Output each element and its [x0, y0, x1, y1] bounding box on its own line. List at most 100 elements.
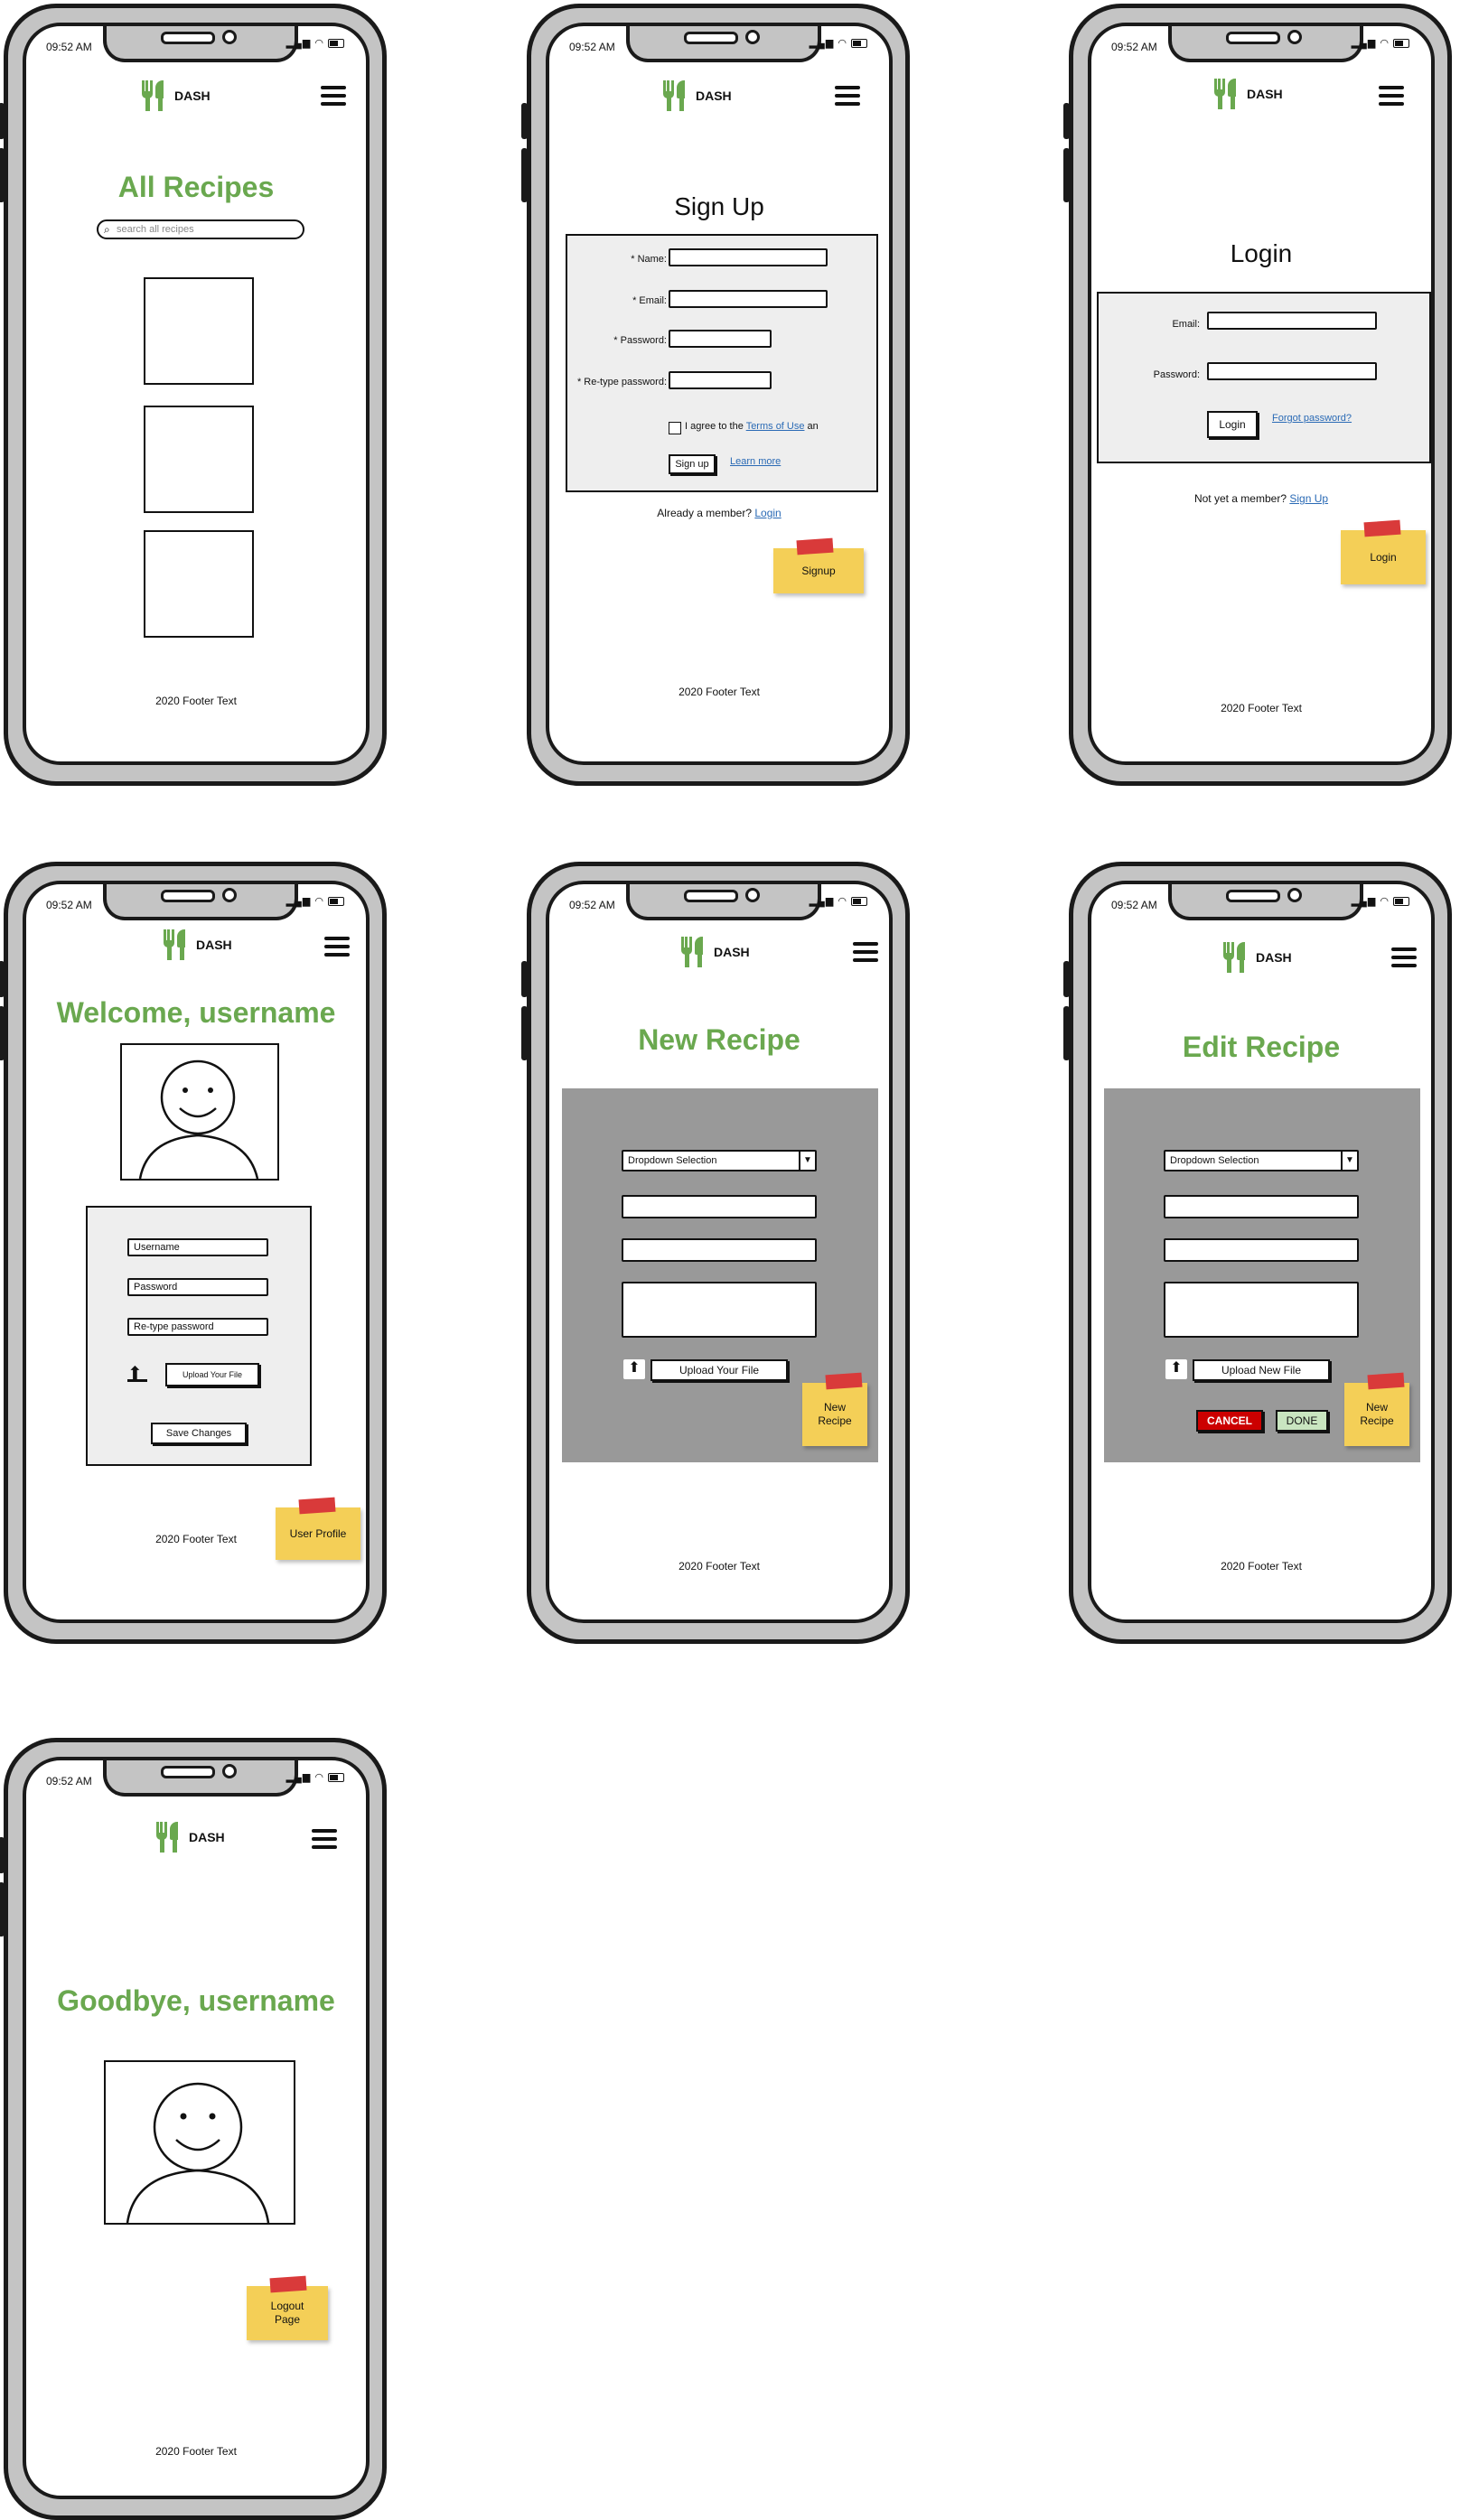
recipe-description-field[interactable] [1164, 1282, 1359, 1338]
email-field[interactable] [669, 290, 828, 308]
page-title: All Recipes [117, 171, 275, 203]
done-button[interactable]: DONE [1276, 1410, 1328, 1432]
brand-name: DASH [174, 89, 211, 103]
fork-knife-icon [142, 80, 167, 111]
hamburger-menu-icon[interactable] [321, 86, 346, 106]
hamburger-menu-icon[interactable] [1379, 86, 1404, 106]
upload-icon[interactable]: ⬆ [1165, 1359, 1187, 1379]
brand-logo[interactable]: DASH [1223, 942, 1292, 973]
already-member-text: Already a member? [657, 507, 752, 519]
sticky-note: New Recipe [1344, 1383, 1409, 1446]
terms-of-use-link[interactable]: Terms of Use [746, 421, 805, 432]
sticky-line: Recipe [818, 1414, 852, 1427]
phone-screen: 09:52 AM ▂▄▆ ◠ DASH Edit Recipe Dropdown… [1088, 881, 1435, 1623]
password-field[interactable] [1207, 362, 1377, 380]
login-link[interactable]: Login [754, 507, 781, 519]
fork-knife-icon [1223, 942, 1249, 973]
brand-logo[interactable]: DASH [164, 929, 232, 960]
phone-login: 09:52 AM ▂▄▆ ◠ DASH Login Email: Passwor… [1063, 4, 1455, 786]
password-label: * Password: [613, 335, 667, 346]
upload-file-button[interactable]: Upload New File [1193, 1359, 1330, 1381]
battery-icon [851, 39, 867, 49]
dropdown-value: Dropdown Selection [628, 1155, 717, 1166]
cancel-button[interactable]: CANCEL [1196, 1410, 1263, 1432]
brand-name: DASH [696, 89, 732, 103]
name-label: * Name: [631, 254, 667, 265]
brand-logo[interactable]: DASH [1214, 79, 1283, 109]
sticky-line: New [823, 1401, 846, 1414]
fork-knife-icon [156, 1822, 182, 1853]
login-button[interactable]: Login [1207, 411, 1258, 438]
hamburger-menu-icon[interactable] [312, 1829, 337, 1849]
recipe-title-field[interactable] [1164, 1195, 1359, 1218]
footer-text: 2020 Footer Text [155, 695, 237, 707]
recipe-card[interactable] [144, 277, 254, 385]
hamburger-menu-icon[interactable] [835, 86, 860, 106]
upload-file-button[interactable]: Upload Your File [650, 1359, 788, 1381]
hamburger-menu-icon[interactable] [1391, 947, 1417, 967]
email-label: * Email: [632, 295, 667, 306]
fork-knife-icon [164, 929, 189, 960]
search-input[interactable]: ⌕ search all recipes [97, 219, 304, 239]
avatar [104, 2060, 295, 2225]
login-form: Email: Password: Login Forgot password? [1097, 292, 1431, 463]
phone-edit-recipe: 09:52 AM ▂▄▆ ◠ DASH Edit Recipe Dropdown… [1063, 862, 1455, 1644]
search-placeholder: search all recipes [117, 224, 194, 235]
retype-password-field[interactable] [669, 371, 772, 389]
recipe-ingredients-field[interactable] [622, 1238, 817, 1262]
phone-signup: 09:52 AM ▂▄▆ ◠ DASH Sign Up * Name: * Em… [521, 4, 913, 786]
retype-password-field[interactable]: Re-type password [127, 1318, 268, 1336]
brand-logo[interactable]: DASH [156, 1822, 225, 1853]
avatar[interactable] [120, 1043, 279, 1181]
recipe-form: Dropdown Selection ▼ ⬆ Upload New File C… [1104, 1088, 1420, 1462]
username-field[interactable]: Username [127, 1238, 268, 1256]
email-field[interactable] [1207, 312, 1377, 330]
chevron-down-icon[interactable]: ▼ [1341, 1152, 1357, 1170]
battery-icon [1393, 897, 1409, 907]
recipe-description-field[interactable] [622, 1282, 817, 1338]
sticky-note: User Profile [276, 1507, 360, 1560]
chevron-down-icon[interactable]: ▼ [799, 1152, 815, 1170]
brand-logo[interactable]: DASH [681, 937, 750, 967]
sticky-note: New Recipe [802, 1383, 867, 1446]
status-icons: ▂▄▆ ◠ [810, 37, 867, 49]
brand-logo[interactable]: DASH [663, 80, 732, 111]
signup-form: * Name: * Email: * Password: * Re-type p… [566, 234, 878, 492]
terms-checkbox[interactable] [669, 422, 681, 434]
recipe-ingredients-field[interactable] [1164, 1238, 1359, 1262]
search-icon: ⌕ [104, 223, 110, 236]
recipe-title-field[interactable] [622, 1195, 817, 1218]
recipe-form: Dropdown Selection ▼ ⬆ Upload Your File … [562, 1088, 878, 1462]
password-field[interactable] [669, 330, 772, 348]
forgot-password-link[interactable]: Forgot password? [1272, 413, 1352, 424]
battery-icon [328, 39, 344, 49]
footer-text: 2020 Footer Text [679, 1560, 760, 1573]
category-dropdown[interactable]: Dropdown Selection ▼ [622, 1150, 817, 1171]
sticky-note: Login [1341, 530, 1426, 584]
person-icon [138, 1059, 259, 1179]
brand-name: DASH [1247, 87, 1283, 101]
password-field[interactable]: Password [127, 1278, 268, 1296]
status-icons: ▂▄▆ ◠ [286, 895, 344, 907]
hamburger-menu-icon[interactable] [324, 937, 350, 957]
phone-screen: 09:52 AM ▂▄▆ ◠ DASH Login Email: Passwor… [1088, 23, 1435, 765]
status-time: 09:52 AM [569, 41, 615, 53]
signup-link[interactable]: Sign Up [1289, 492, 1328, 505]
brand-logo[interactable]: DASH [142, 80, 211, 111]
category-dropdown[interactable]: Dropdown Selection ▼ [1164, 1150, 1359, 1171]
upload-icon[interactable]: ⬆ [623, 1359, 645, 1379]
upload-file-button[interactable]: Upload Your File [165, 1363, 259, 1386]
footer-text: 2020 Footer Text [1221, 702, 1302, 714]
name-field[interactable] [669, 248, 828, 266]
hamburger-menu-icon[interactable] [853, 942, 878, 962]
learn-more-link[interactable]: Learn more [730, 456, 781, 467]
battery-icon [851, 897, 867, 907]
sticky-line: Recipe [1360, 1414, 1394, 1427]
save-changes-button[interactable]: Save Changes [151, 1423, 247, 1444]
recipe-card[interactable] [144, 406, 254, 513]
status-icons: ▂▄▆ ◠ [1352, 895, 1409, 907]
recipe-card[interactable] [144, 530, 254, 638]
page-title: Edit Recipe [1182, 1031, 1341, 1063]
signup-button[interactable]: Sign up [669, 454, 716, 474]
status-time: 09:52 AM [569, 899, 615, 911]
